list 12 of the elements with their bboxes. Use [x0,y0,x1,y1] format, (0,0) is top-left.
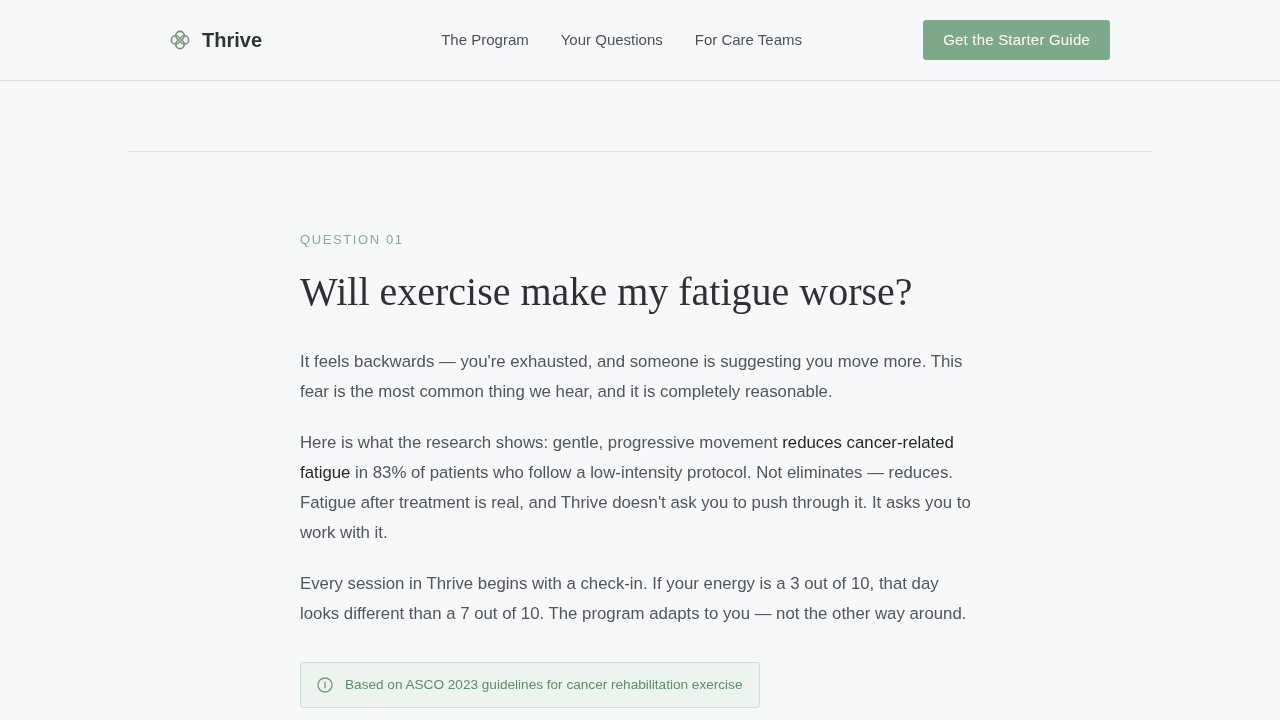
body-paragraph: It feels backwards — you're exhausted, and someone is suggesting you move more. This fear is the most common thing we hear, and it is completely reasonable. [300,351,964,403]
info-icon [317,677,333,693]
brand-name: Thrive [202,30,263,50]
nav-link[interactable]: Your Questions [560,28,663,52]
flower-logo-icon [170,30,190,50]
question-label: QUESTION 01 [300,231,405,249]
body-paragraph: Here is what the research shows: gentle, progressive movement reduces cancer-related fatigue in 83% of patients who follow a low-intensity protocol. Not eliminates — reduces. Fatigue after treatment is real, and Thrive doesn't ask you to push through it. It asks you to work with it. [300,432,972,544]
source-text: Based on ASCO 2023 guidelines for cancer rehabilitation exercise [345,675,743,694]
nav-link[interactable]: For Care Teams [694,28,802,52]
nav-link[interactable]: The Program [441,28,529,52]
body-paragraph: Every session in Thrive begins with a check-in. If your energy is a 3 out of 10, that day looks different than a 7 out of 10. The program adapts to you — not the other way around. [300,573,968,625]
question-heading: Will exercise make my fatigue worse? [300,268,914,316]
